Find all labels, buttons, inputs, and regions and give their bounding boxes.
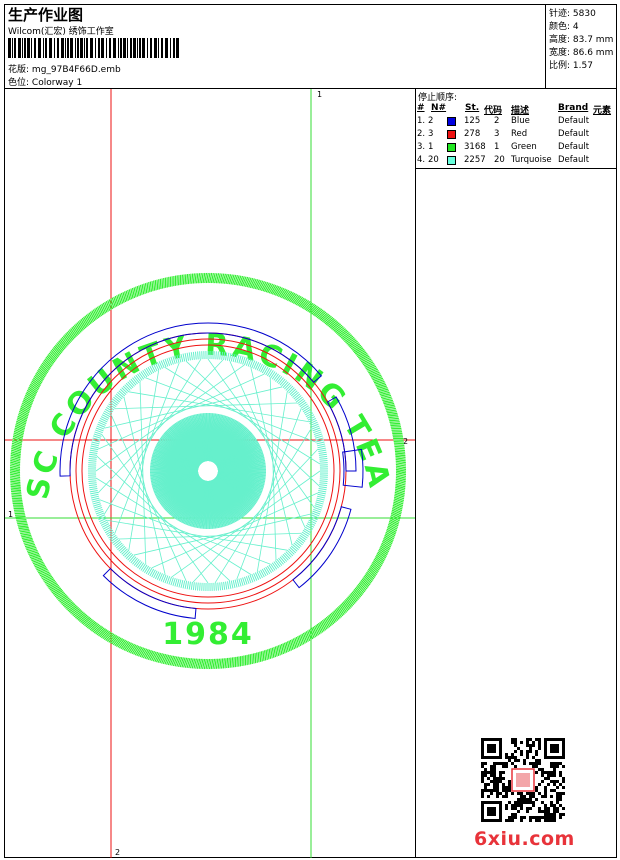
cell-st: 125 — [464, 116, 481, 126]
table-bottom-line — [415, 168, 617, 169]
cell-seq: 3. — [417, 142, 426, 152]
cell-brand: Default — [558, 155, 590, 165]
cell-brand: Default — [558, 142, 590, 152]
stat-value: 86.6 mm — [570, 48, 614, 58]
cell-st: 3168 — [464, 142, 486, 152]
cell-code: 20 — [494, 155, 505, 165]
stat-row: 针迹: 5830 — [549, 6, 596, 19]
table-divider — [415, 88, 416, 858]
watermark-logo: 6xiu.com — [474, 828, 575, 850]
color-swatch — [447, 143, 456, 152]
cell-seq: 1. — [417, 116, 426, 126]
stat-row: 颜色: 4 — [549, 19, 579, 32]
stats-divider — [545, 4, 546, 88]
barcode — [8, 38, 179, 58]
stat-value: 4 — [570, 22, 579, 32]
cell-code: 3 — [494, 129, 500, 139]
qr-code — [481, 738, 565, 822]
cell-st: 2257 — [464, 155, 486, 165]
color-swatch — [447, 117, 456, 126]
cell-n: 2 — [428, 116, 434, 126]
cell-n: 20 — [428, 155, 439, 165]
stat-label: 针迹: — [549, 9, 571, 19]
embroidery-design: 1221ESC COUNTY RACING TEAM1984 — [5, 89, 415, 858]
hub-hole — [199, 462, 217, 480]
stat-label: 颜色: — [549, 22, 571, 32]
year-text: 1984 — [162, 617, 254, 652]
stat-row: 高度: 83.7 mm — [549, 32, 613, 45]
stat-label: 宽度: — [549, 48, 571, 58]
studio-name: Wilcom(汇宏) 绣饰工作室 — [8, 27, 114, 37]
cell-brand: Default — [558, 129, 590, 139]
cell-desc: Green — [511, 142, 537, 152]
cell-desc: Red — [511, 129, 528, 139]
cell-n: 3 — [428, 129, 434, 139]
column-header: Brand — [558, 103, 589, 113]
stat-value: 1.57 — [570, 61, 593, 71]
colorway-row: 色位: Colorway 1 — [8, 75, 82, 88]
guide-label: 2 — [115, 848, 120, 857]
cell-brand: Default — [558, 116, 590, 126]
stat-label: 比例: — [549, 61, 571, 71]
blue-arc — [292, 506, 352, 589]
design-label: 花版: — [8, 65, 30, 75]
color-swatch — [447, 130, 456, 139]
stat-label: 高度: — [549, 35, 571, 45]
column-header: # — [417, 103, 425, 113]
guide-label: 1 — [8, 510, 13, 519]
cell-desc: Blue — [511, 116, 530, 126]
cell-code: 2 — [494, 116, 500, 126]
page-title: 生产作业图 — [8, 6, 84, 24]
column-header: N# — [431, 103, 447, 113]
cell-code: 1 — [494, 142, 500, 152]
column-header: 描述 — [511, 106, 530, 116]
cell-seq: 4. — [417, 155, 426, 165]
cell-seq: 2. — [417, 129, 426, 139]
design-file: mg_97B4F66D.emb — [31, 65, 121, 75]
blue-arc — [102, 567, 197, 619]
stat-value: 83.7 mm — [570, 35, 614, 45]
column-header: 代码 — [484, 106, 503, 116]
stat-row: 比例: 1.57 — [549, 58, 593, 71]
cell-desc: Turquoise — [511, 155, 552, 165]
cell-st: 278 — [464, 129, 481, 139]
cell-n: 1 — [428, 142, 434, 152]
design-file-row: 花版: mg_97B4F66D.emb — [8, 62, 121, 75]
colorway-label: 色位: — [8, 78, 30, 88]
column-header: 元素 — [593, 106, 612, 116]
stat-value: 5830 — [570, 9, 596, 19]
color-swatch — [447, 156, 456, 165]
column-header: St. — [465, 103, 480, 113]
stat-row: 宽度: 86.6 mm — [549, 45, 613, 58]
guide-label: 1 — [317, 90, 322, 99]
stop-sequence-title: 停止顺序: — [418, 93, 458, 103]
colorway-value: Colorway 1 — [31, 78, 83, 88]
